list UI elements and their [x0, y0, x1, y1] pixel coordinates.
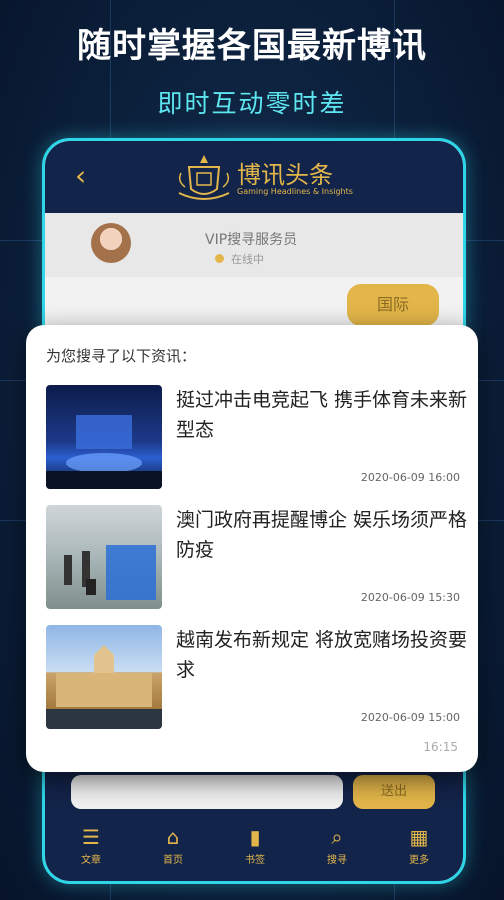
- news-title: 澳门政府再提醒博企 娱乐场须严格防疫: [176, 509, 468, 561]
- bookmark-icon: ▮: [249, 825, 261, 849]
- avatar: [91, 223, 131, 263]
- results-intro: 为您搜寻了以下资讯：: [46, 347, 197, 365]
- back-button[interactable]: ‹: [75, 161, 101, 191]
- home-icon: ⌂: [166, 825, 180, 849]
- stage-image-icon: [46, 415, 162, 489]
- agent-name: VIP搜寻服务员: [205, 232, 298, 248]
- grid-icon: ▦: [409, 825, 429, 849]
- tab-home[interactable]: ⌂ 首页: [143, 823, 203, 877]
- chevron-left-icon: ‹: [75, 159, 87, 192]
- app-title: 博讯头条: [237, 161, 333, 189]
- news-item[interactable]: 澳门政府再提醒博企 娱乐场须严格防疫 2020-06-09 15:30: [46, 505, 468, 613]
- news-time: 2020-06-09 16:00: [360, 471, 460, 484]
- send-button[interactable]: 送出: [353, 775, 435, 809]
- station-image-icon: [64, 545, 156, 600]
- message-input[interactable]: [71, 775, 343, 809]
- search-icon: ⌕: [331, 825, 343, 849]
- status-dot-icon: [215, 254, 224, 263]
- tab-search[interactable]: ⌕ 搜寻: [307, 823, 367, 877]
- agent-bar: VIP搜寻服务员 在线中: [45, 213, 463, 277]
- tab-label: 书签: [245, 855, 265, 866]
- agent-status: 在线中: [231, 253, 264, 266]
- tab-bookmarks[interactable]: ▮ 书签: [225, 823, 285, 877]
- app-header: ‹ 博讯头条 Gaming Headlines & Insights: [45, 141, 463, 213]
- news-title: 挺过冲击电竞起飞 携手体育未来新型态: [176, 389, 468, 441]
- news-item[interactable]: 挺过冲击电竞起飞 携手体育未来新型态 2020-06-09 16:00: [46, 385, 468, 493]
- category-chip[interactable]: 国际: [347, 284, 439, 326]
- tab-label: 文章: [81, 855, 101, 866]
- news-title: 越南发布新规定 将放宽赌场投资要求: [176, 629, 468, 681]
- tab-label: 搜寻: [327, 855, 347, 866]
- message-timestamp: 16:15: [423, 740, 458, 754]
- tab-label: 更多: [409, 855, 429, 866]
- search-results-card: 为您搜寻了以下资讯： 挺过冲击电竞起飞 携手体育未来新型态 2020-06-09…: [26, 325, 478, 772]
- promo-headline: 随时掌握各国最新博讯: [77, 26, 427, 66]
- news-time: 2020-06-09 15:00: [360, 711, 460, 724]
- news-thumbnail: [46, 385, 162, 489]
- bottom-tab-bar: ☰ 文章 ⌂ 首页 ▮ 书签 ⌕ 搜寻 ▦ 更多: [45, 817, 463, 881]
- tab-more[interactable]: ▦ 更多: [389, 823, 449, 877]
- tab-label: 首页: [163, 855, 183, 866]
- tab-articles[interactable]: ☰ 文章: [61, 823, 121, 877]
- news-thumbnail: [46, 625, 162, 729]
- app-tagline: Gaming Headlines & Insights: [237, 187, 353, 196]
- news-thumbnail: [46, 505, 162, 609]
- news-item[interactable]: 越南发布新规定 将放宽赌场投资要求 2020-06-09 15:00: [46, 625, 468, 733]
- list-icon: ☰: [82, 825, 100, 849]
- news-time: 2020-06-09 15:30: [360, 591, 460, 604]
- composer-bar: 送出: [45, 771, 463, 817]
- promo-subline: 即时互动零时差: [157, 89, 347, 118]
- crest-logo-icon: [178, 155, 230, 200]
- casino-building-image-icon: [46, 645, 162, 729]
